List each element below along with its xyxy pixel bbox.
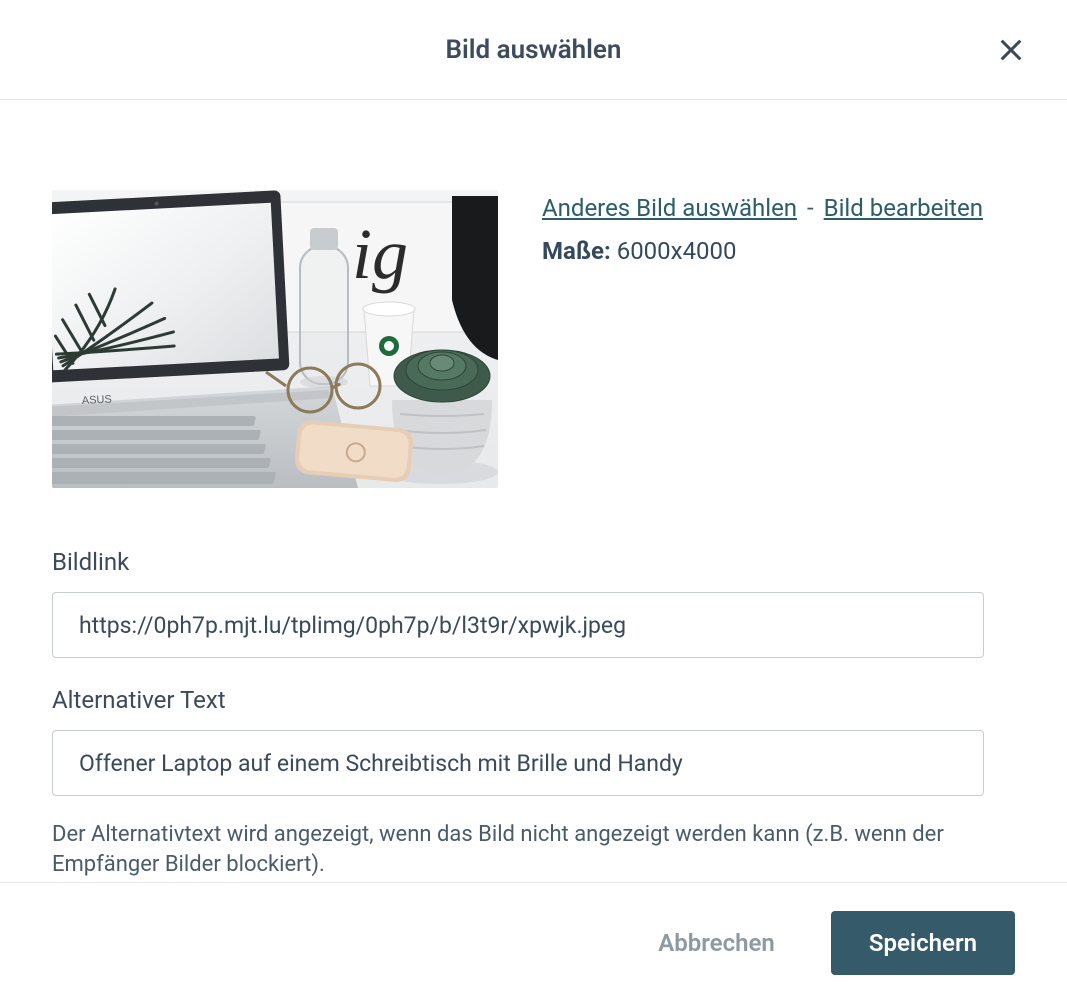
content-wrapper: ig [0, 100, 1067, 882]
dialog-footer: Abbrechen Speichern [0, 882, 1067, 1003]
image-link-input[interactable] [52, 592, 984, 658]
close-icon [997, 36, 1025, 64]
dialog-body[interactable]: ig [0, 100, 1067, 882]
alt-text-field: Alternativer Text Der Alternativtext wir… [52, 686, 1007, 879]
close-button[interactable] [995, 34, 1027, 66]
save-button[interactable]: Speichern [831, 911, 1015, 975]
image-link-label: Bildlink [52, 548, 1007, 576]
alt-text-help: Der Alternativtext wird angezeigt, wenn … [52, 820, 984, 879]
dialog-title: Bild auswählen [446, 35, 622, 65]
dimensions-value-text: 6000x4000 [617, 237, 737, 265]
alt-text-input[interactable] [52, 730, 984, 796]
edit-image-link[interactable]: Bild bearbeiten [824, 194, 983, 222]
select-other-image-link[interactable]: Anderes Bild auswählen [542, 194, 797, 222]
dimensions-label: Maße: [542, 237, 611, 265]
image-link-field: Bildlink [52, 548, 1007, 658]
separator-dash: - [807, 194, 820, 222]
svg-text:ASUS: ASUS [82, 393, 113, 407]
image-meta-row: ig [52, 190, 1007, 488]
svg-text:ig: ig [352, 214, 408, 294]
image-preview: ig [52, 190, 498, 488]
image-meta: Anderes Bild auswählen - Bild bearbeiten… [542, 190, 983, 488]
alt-text-label: Alternativer Text [52, 686, 1007, 714]
cancel-button[interactable]: Abbrechen [658, 929, 775, 957]
dialog-header: Bild auswählen [0, 0, 1067, 100]
